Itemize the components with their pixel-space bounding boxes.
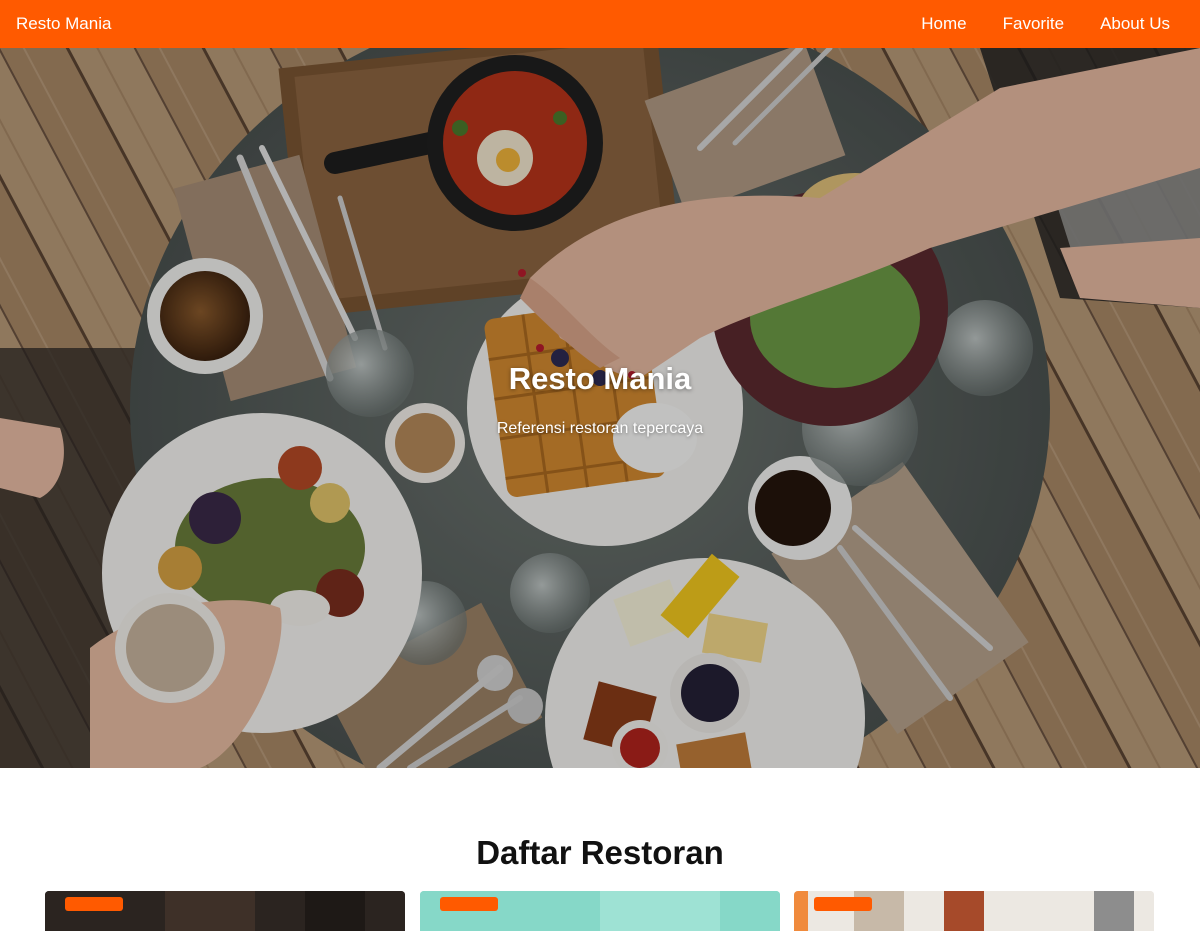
top-navbar: Resto Mania Home Favorite About Us	[0, 0, 1200, 48]
restaurant-card[interactable]	[45, 891, 405, 931]
brand-link[interactable]: Resto Mania	[16, 14, 111, 34]
hero-banner: Resto Mania Referensi restoran tepercaya	[0, 48, 1200, 768]
main-nav: Home Favorite About Us	[885, 14, 1170, 34]
restaurant-list-section: Daftar Restoran	[0, 768, 1200, 931]
restaurant-city-badge	[65, 897, 123, 911]
nav-link-favorite[interactable]: Favorite	[1003, 14, 1064, 34]
nav-link-home[interactable]: Home	[921, 14, 966, 34]
hero-subtitle: Referensi restoran tepercaya	[496, 420, 704, 437]
restaurant-card[interactable]	[420, 891, 780, 931]
restaurant-city-badge	[814, 897, 872, 911]
hero-dark-overlay	[0, 48, 1200, 768]
restaurant-list-heading: Daftar Restoran	[476, 834, 724, 871]
restaurant-card[interactable]	[794, 891, 1154, 931]
nav-link-about-us[interactable]: About Us	[1100, 14, 1170, 34]
hero-title: Resto Mania	[508, 361, 692, 396]
restaurant-city-badge	[440, 897, 498, 911]
